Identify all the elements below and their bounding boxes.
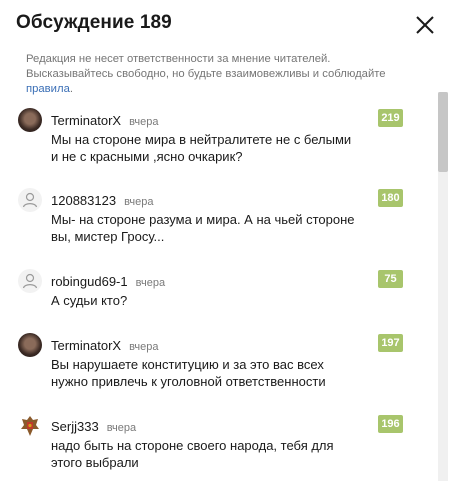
- comment-time: вчера: [124, 196, 154, 208]
- comment-text: Мы- на стороне разума и мира. А на чьей …: [51, 212, 355, 244]
- author-name[interactable]: TerminatorX: [51, 113, 121, 128]
- author-name[interactable]: TerminatorX: [51, 338, 121, 353]
- user-icon: [22, 192, 38, 208]
- comment-author[interactable]: TerminatorX вчера: [51, 113, 159, 128]
- rating-badge[interactable]: 219: [378, 109, 403, 127]
- page-title: Обсуждение 189: [16, 12, 172, 33]
- avatar[interactable]: [18, 333, 42, 357]
- comment-text: надо быть на стороне своего народа, тебя…: [51, 438, 334, 470]
- avatar[interactable]: [18, 414, 42, 438]
- comment-text: Вы нарушаете конституцию и за это вас вс…: [51, 357, 326, 389]
- crest-icon: [21, 416, 39, 436]
- rating-badge[interactable]: 197: [378, 334, 403, 352]
- comment-author[interactable]: 120883123 вчера: [51, 193, 154, 208]
- comments-list[interactable]: TerminatorX вчера Мы на стороне мира в не…: [0, 92, 450, 481]
- close-icon[interactable]: [416, 16, 434, 34]
- author-name[interactable]: Serjj333: [51, 419, 99, 434]
- comment-author[interactable]: Serjj333 вчера: [51, 419, 136, 434]
- author-name[interactable]: 120883123: [51, 193, 116, 208]
- moderation-notice: Редакция не несет ответственности за мне…: [26, 52, 411, 97]
- avatar[interactable]: [18, 188, 42, 212]
- comment-time: вчера: [135, 277, 166, 289]
- comment-author[interactable]: TerminatorX вчера: [51, 338, 159, 353]
- author-name[interactable]: robingud69-1: [51, 274, 128, 289]
- comment-text: Мы на стороне мира в нейтралитете не с б…: [51, 132, 352, 164]
- rating-badge[interactable]: 180: [378, 189, 403, 207]
- rating-badge[interactable]: 75: [378, 270, 403, 288]
- comment-text: А судьи кто?: [51, 293, 128, 308]
- header: Обсуждение 189: [16, 12, 450, 34]
- avatar[interactable]: [18, 108, 42, 132]
- comment-time: вчера: [129, 341, 159, 353]
- comment-time: вчера: [106, 422, 137, 434]
- scrollbar-thumb[interactable]: [438, 92, 448, 172]
- comment-author[interactable]: robingud69-1 вчера: [51, 274, 165, 289]
- rating-badge[interactable]: 196: [378, 415, 403, 433]
- comment-time: вчера: [129, 116, 159, 128]
- user-icon: [22, 273, 38, 289]
- notice-text: Редакция не несет ответственности за мне…: [26, 53, 386, 80]
- avatar[interactable]: [18, 269, 42, 293]
